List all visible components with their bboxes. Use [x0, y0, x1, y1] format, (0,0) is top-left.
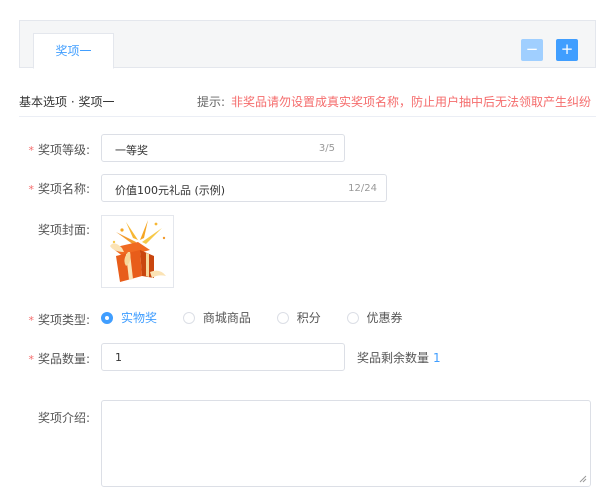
- radio-unchecked-icon: [182, 311, 195, 324]
- radio-checked-icon: [101, 311, 113, 324]
- prize-level-label: * 奖项等级:: [0, 141, 90, 158]
- radio-points[interactable]: 积分: [276, 309, 321, 326]
- prize-name-value: 价值100元礼品 (示例): [115, 184, 226, 197]
- add-prize-button[interactable]: +: [556, 39, 578, 61]
- radio-unchecked-icon: [276, 311, 289, 324]
- prize-type-radio-group: 实物奖 商城商品 积分 优惠券: [101, 309, 425, 327]
- prize-level-counter: 3/5: [318, 143, 335, 154]
- prize-quantity-input[interactable]: 1: [101, 343, 345, 371]
- required-mark: *: [28, 314, 34, 327]
- remaining-quantity-label: 奖品剩余数量: [357, 351, 430, 365]
- resize-handle-icon[interactable]: [579, 475, 587, 483]
- required-mark: *: [28, 183, 34, 196]
- radio-physical-prize[interactable]: 实物奖: [101, 309, 157, 326]
- prize-level-value: 一等奖: [115, 144, 148, 157]
- section-divider: [19, 116, 596, 117]
- tab-prize-1[interactable]: 奖项一: [33, 33, 114, 69]
- prize-intro-label: 奖项介绍:: [37, 411, 90, 425]
- prize-tab-bar: 奖项一 − +: [19, 20, 596, 69]
- radio-physical-prize-label: 实物奖: [121, 311, 158, 325]
- gift-box-icon: [110, 220, 166, 282]
- hint-label: 提示:: [197, 95, 226, 109]
- prize-level-input[interactable]: 一等奖 3/5: [101, 134, 345, 162]
- prize-cover-image[interactable]: [101, 215, 174, 288]
- hint-text: 非奖品请勿设置成真实奖项名称，防止用户抽中后无法领取产生纠纷: [231, 95, 592, 109]
- prize-name-input[interactable]: 价值100元礼品 (示例) 12/24: [101, 174, 387, 202]
- prize-name-counter: 12/24: [348, 183, 377, 194]
- prize-cover-label: 奖项封面:: [37, 223, 90, 237]
- prize-name-label-text: 奖项名称:: [37, 182, 90, 196]
- remaining-quantity: 奖品剩余数量 1: [357, 349, 441, 366]
- prize-intro-textarea[interactable]: [101, 400, 591, 487]
- remaining-quantity-value: 1: [433, 351, 441, 365]
- prize-quantity-value: 1: [115, 351, 122, 364]
- prize-level-label-text: 奖项等级:: [37, 143, 90, 157]
- radio-coupon-label: 优惠券: [366, 311, 403, 325]
- required-mark: *: [28, 353, 34, 366]
- radio-mall-product[interactable]: 商城商品: [182, 309, 251, 326]
- prize-name-label: * 奖项名称:: [0, 180, 90, 197]
- hint-message: 提示: 非奖品请勿设置成真实奖项名称，防止用户抽中后无法领取产生纠纷: [197, 93, 591, 110]
- prize-type-label: * 奖项类型:: [0, 311, 90, 328]
- radio-points-label: 积分: [296, 311, 321, 325]
- prize-type-label-text: 奖项类型:: [37, 313, 90, 327]
- radio-unchecked-icon: [346, 311, 359, 324]
- breadcrumb: 基本选项 · 奖项一: [19, 95, 115, 109]
- radio-mall-product-label: 商城商品: [202, 311, 251, 325]
- remove-prize-button[interactable]: −: [521, 39, 543, 61]
- radio-coupon[interactable]: 优惠券: [346, 309, 403, 326]
- prize-quantity-label: * 奖品数量:: [0, 350, 90, 367]
- required-mark: *: [28, 144, 34, 157]
- prize-quantity-label-text: 奖品数量:: [37, 352, 90, 366]
